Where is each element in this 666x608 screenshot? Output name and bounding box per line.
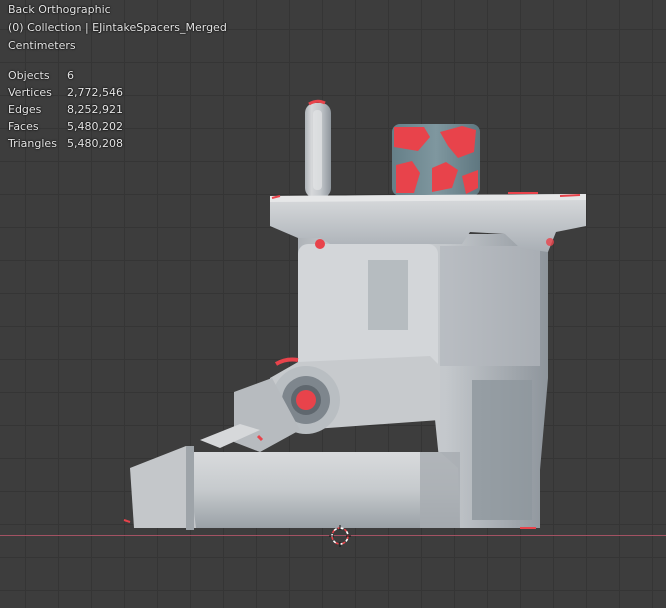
stat-label: Edges: [8, 103, 42, 116]
top-flange: [270, 192, 586, 252]
units-label: Centimeters: [8, 39, 76, 52]
stat-row-edges: Edges 8,252,921: [8, 101, 123, 118]
stat-row-vertices: Vertices 2,772,546: [8, 84, 123, 101]
stat-row-triangles: Triangles 5,480,208: [8, 135, 123, 152]
view-name: Back Orthographic: [8, 3, 111, 16]
scene-statistics: Objects 6 Vertices 2,772,546 Edges 8,252…: [8, 67, 123, 152]
teal-block: [392, 124, 480, 196]
stat-row-faces: Faces 5,480,202: [8, 118, 123, 135]
stat-value: 5,480,202: [67, 120, 123, 133]
stat-row-objects: Objects 6: [8, 67, 123, 84]
3d-viewport[interactable]: Back Orthographic (0) Collection | EJint…: [0, 0, 666, 608]
stat-value: 6: [67, 69, 74, 82]
stat-value: 5,480,208: [67, 137, 123, 150]
stat-value: 8,252,921: [67, 103, 123, 116]
stat-value: 2,772,546: [67, 86, 123, 99]
stat-label: Vertices: [8, 86, 52, 99]
stat-label: Triangles: [8, 137, 57, 150]
stat-label: Faces: [8, 120, 39, 133]
3d-cursor-icon[interactable]: [329, 525, 351, 547]
post-part: [305, 99, 331, 198]
stat-label: Objects: [8, 69, 50, 82]
collection-info: (0) Collection | EJintakeSpacers_Merged: [8, 21, 227, 34]
